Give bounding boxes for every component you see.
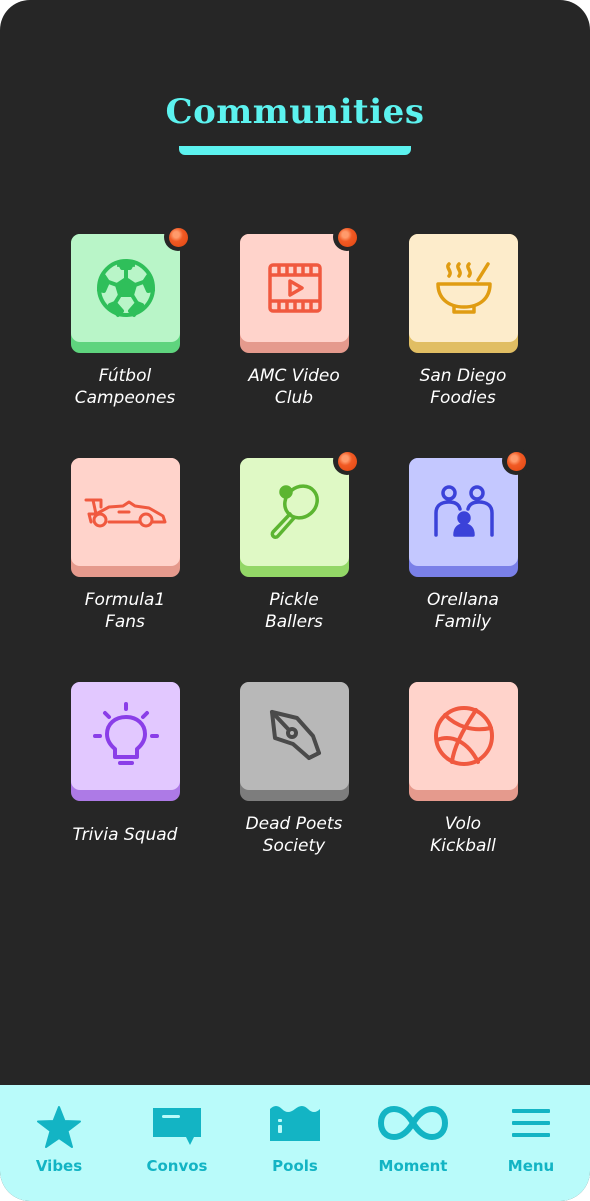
community-tile-pickle-ballers[interactable]	[240, 447, 361, 577]
hamburger-menu-icon	[512, 1109, 550, 1137]
lightbulb-icon	[92, 702, 159, 765]
pool-icon	[270, 1106, 320, 1141]
community-label: AMC Video Club	[248, 366, 340, 408]
community-tile-orellana-family[interactable]	[409, 447, 530, 577]
nav-item-pools[interactable]: Pools	[240, 1085, 350, 1201]
pen-nib-icon	[269, 710, 321, 760]
community-label: Fútbol Campeones	[74, 366, 176, 408]
notification-dot	[333, 223, 361, 251]
infinity-icon	[377, 1105, 449, 1141]
community-label: Pickle Ballers	[265, 590, 323, 632]
nav-item-menu[interactable]: Menu	[476, 1085, 586, 1201]
phone-screen: Communities Fútbol Campeones AMC Video C…	[0, 0, 590, 1201]
community-tile-trivia-squad[interactable]	[71, 682, 180, 801]
notification-dot	[164, 223, 192, 251]
community-tile-volo-kickball[interactable]	[409, 682, 518, 801]
nav-item-vibes[interactable]: Vibes	[4, 1085, 114, 1201]
community-label: Dead Poets Society	[245, 814, 343, 856]
star-icon	[37, 1106, 81, 1148]
community-label: Formula1 Fans	[84, 590, 166, 632]
community-tile-san-diego-foodies[interactable]	[409, 234, 518, 353]
paddle-ball-icon	[270, 484, 319, 539]
community-tile-dead-poets-society[interactable]	[240, 682, 349, 801]
community-tile-formula1-fans[interactable]	[71, 458, 180, 577]
nav-item-convos[interactable]: Convos	[122, 1085, 232, 1201]
community-label: Trivia Squad	[72, 825, 178, 845]
community-tile-futbol-campeones[interactable]	[71, 223, 192, 353]
notification-dot	[502, 447, 530, 475]
ball-icon	[433, 706, 494, 766]
community-label: Volo Kickball	[430, 814, 496, 856]
race-car-icon	[84, 498, 166, 528]
chat-bubble-icon	[153, 1108, 201, 1145]
notification-dot	[333, 447, 361, 475]
communities-grid: Fútbol Campeones AMC Video Club San Dieg…	[0, 0, 590, 1080]
bottom-nav: Vibes Convos Pools Moment Menu	[0, 1085, 590, 1201]
family-icon	[433, 485, 494, 537]
community-label: Orellana Family	[427, 590, 499, 632]
community-tile-amc-video-club[interactable]	[240, 223, 361, 353]
soccer-ball-icon	[96, 259, 155, 317]
community-label: San Diego Foodies	[419, 366, 507, 408]
film-play-icon	[267, 263, 322, 313]
soup-bowl-icon	[435, 262, 492, 314]
nav-item-moment[interactable]: Moment	[358, 1085, 468, 1201]
